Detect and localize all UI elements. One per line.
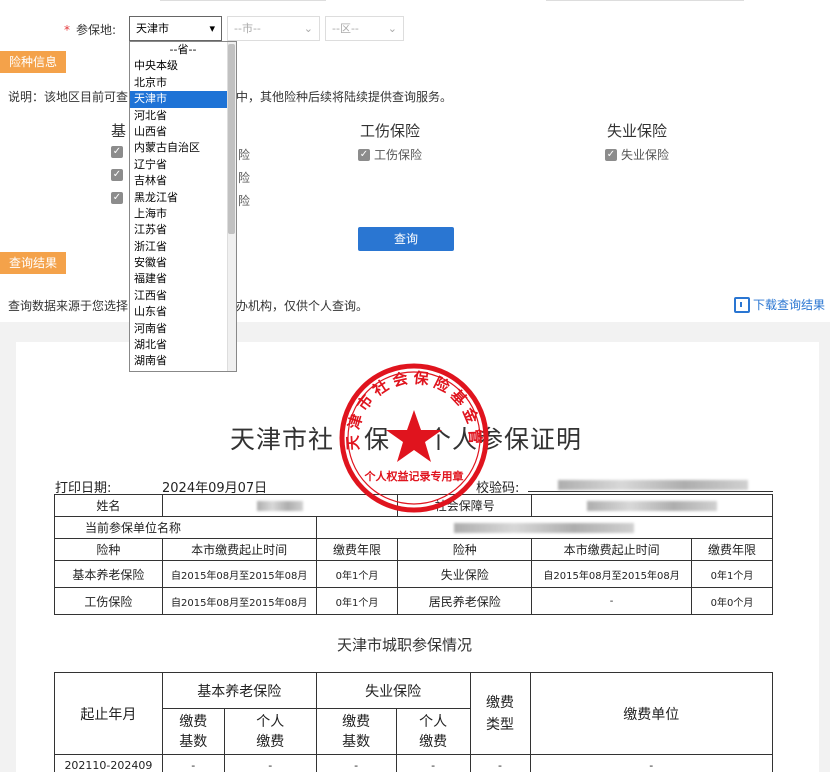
col-years: 缴费年限 — [315, 538, 399, 561]
province-option-list: --省-- 中央本级 北京市 天津市 河北省 山西省 内蒙古自治区 辽宁省 吉林省 黑龙江省 上海市… — [130, 42, 236, 370]
province-option[interactable]: 河南省 — [130, 321, 236, 337]
detail-col-personal: 个人缴费 — [223, 708, 317, 755]
col-type: 险种 — [54, 538, 163, 561]
province-option[interactable]: 福建省 — [130, 271, 236, 287]
table-cell: 工伤保险 — [54, 587, 163, 615]
table-cell: 202110-202409 — [54, 754, 163, 772]
province-option[interactable]: 湖南省 — [130, 353, 236, 369]
province-option[interactable]: 河北省 — [130, 108, 236, 124]
detail-col-unemployment: 失业保险 — [315, 672, 471, 709]
download-results-link[interactable]: 下载查询结果 — [734, 296, 825, 313]
official-seal: 天津市社会保险基金管理中心 个人权益记录专用章 — [338, 362, 489, 513]
table-cell: 居民养老保险 — [397, 587, 533, 615]
table-cell: 0年1个月 — [315, 587, 399, 615]
pension-checkbox[interactable]: ✓ — [111, 192, 123, 204]
table-cell: - — [161, 754, 225, 772]
detail-col-base: 缴费基数 — [315, 708, 397, 755]
ssn-value — [531, 494, 773, 517]
detail-col-personal: 个人缴费 — [395, 708, 471, 755]
injury-checkbox[interactable]: ✓ 工伤保险 — [358, 146, 422, 163]
unemployment-checkbox[interactable]: ✓ 失业保险 — [605, 146, 669, 163]
checkbox-checked-icon: ✓ — [111, 192, 123, 204]
detail-col-pension: 基本养老保险 — [161, 672, 317, 709]
table-cell: - — [529, 754, 774, 772]
province-option[interactable]: 湖北省 — [130, 337, 236, 353]
col-period: 本市缴费起止时间 — [531, 538, 693, 561]
col-years: 缴费年限 — [691, 538, 773, 561]
province-option[interactable]: 安徽省 — [130, 255, 236, 271]
province-option[interactable]: 山东省 — [130, 304, 236, 320]
region-label: * 参保地: — [64, 23, 117, 37]
top-divider — [546, 0, 744, 1]
chevron-down-icon: ⌄ — [387, 22, 397, 35]
seal-inner-text: 个人权益记录专用章 — [364, 469, 464, 483]
checkbox-checked-icon: ✓ — [111, 146, 123, 158]
unit-value — [315, 516, 774, 539]
province-option[interactable]: 山西省 — [130, 124, 236, 140]
province-dropdown[interactable]: --省-- 中央本级 北京市 天津市 河北省 山西省 内蒙古自治区 辽宁省 吉林省 黑龙江省 上海市… — [129, 41, 237, 372]
province-option[interactable]: 辽宁省 — [130, 157, 236, 173]
table-cell: - — [315, 754, 397, 772]
star-icon — [386, 410, 442, 462]
partial-item-label: 险 — [238, 148, 251, 162]
city-select[interactable]: --市-- ⌄ — [227, 16, 320, 41]
certificate-detail-table: 起止年月 基本养老保险 失业保险 缴费类型 缴费单位 缴费基数 个人缴费 缴费基… — [54, 672, 774, 772]
table-cell: 0年1个月 — [691, 560, 773, 588]
province-option[interactable]: 上海市 — [130, 206, 236, 222]
table-cell: - — [395, 754, 471, 772]
province-option[interactable]: 黑龙江省 — [130, 190, 236, 206]
partial-item-label: 险 — [238, 194, 251, 208]
detail-col-pay-type: 缴费类型 — [469, 672, 531, 755]
checkbox-checked-icon: ✓ — [111, 169, 123, 181]
detail-col-base: 缴费基数 — [161, 708, 225, 755]
province-option[interactable]: 中央本级 — [130, 58, 236, 74]
district-select[interactable]: --区-- ⌄ — [325, 16, 404, 41]
top-divider — [160, 0, 326, 1]
pension-group-title: 基 — [111, 122, 127, 140]
query-button[interactable]: 查询 — [358, 227, 454, 251]
chevron-down-icon: ⌄ — [303, 22, 313, 35]
unit-label: 当前参保单位名称 — [54, 516, 317, 539]
dropdown-scrollbar[interactable] — [227, 42, 236, 371]
province-option[interactable]: 内蒙古自治区 — [130, 140, 236, 156]
table-cell: 失业保险 — [397, 560, 533, 588]
province-option[interactable]: 北京市 — [130, 75, 236, 91]
query-result-tag: 查询结果 — [0, 252, 67, 274]
pension-checkbox[interactable]: ✓ — [111, 169, 123, 181]
checkbox-checked-icon: ✓ — [358, 148, 370, 161]
table-cell: - — [531, 587, 693, 615]
province-option[interactable]: --省-- — [130, 42, 236, 58]
table-cell: 自2015年08月至2015年08月 — [161, 587, 317, 615]
name-label: 姓名 — [54, 494, 163, 517]
province-select[interactable]: 天津市 ▾ — [129, 16, 222, 41]
download-icon — [734, 296, 750, 313]
table-cell: 基本养老保险 — [54, 560, 163, 588]
detail-col-period: 起止年月 — [54, 672, 163, 755]
table-cell: 0年1个月 — [315, 560, 399, 588]
pension-checkbox[interactable]: ✓ — [111, 146, 123, 158]
insurance-info-tag: 险种信息 — [0, 51, 67, 73]
col-period: 本市缴费起止时间 — [161, 538, 317, 561]
detail-section-title: 天津市城职参保情况 — [337, 636, 473, 654]
province-option[interactable]: 吉林省 — [130, 173, 236, 189]
table-cell: 自2015年08月至2015年08月 — [531, 560, 693, 588]
province-option[interactable]: 江苏省 — [130, 222, 236, 238]
partial-item-label: 险 — [238, 171, 251, 185]
checkbox-checked-icon: ✓ — [605, 148, 617, 161]
detail-col-unit: 缴费单位 — [529, 672, 774, 755]
table-cell: 自2015年08月至2015年08月 — [161, 560, 317, 588]
injury-group-title: 工伤保险 — [360, 122, 421, 140]
verify-code-value — [528, 477, 773, 492]
province-option[interactable]: 浙江省 — [130, 239, 236, 255]
table-cell: 0年0个月 — [691, 587, 773, 615]
table-cell: - — [223, 754, 317, 772]
scrollbar-thumb[interactable] — [228, 44, 235, 234]
province-option[interactable]: 江西省 — [130, 288, 236, 304]
province-option[interactable]: 天津市 — [130, 91, 236, 108]
unemployment-group-title: 失业保险 — [607, 122, 668, 140]
chevron-down-icon: ▾ — [209, 22, 215, 35]
table-cell: - — [469, 754, 531, 772]
col-type: 险种 — [397, 538, 533, 561]
